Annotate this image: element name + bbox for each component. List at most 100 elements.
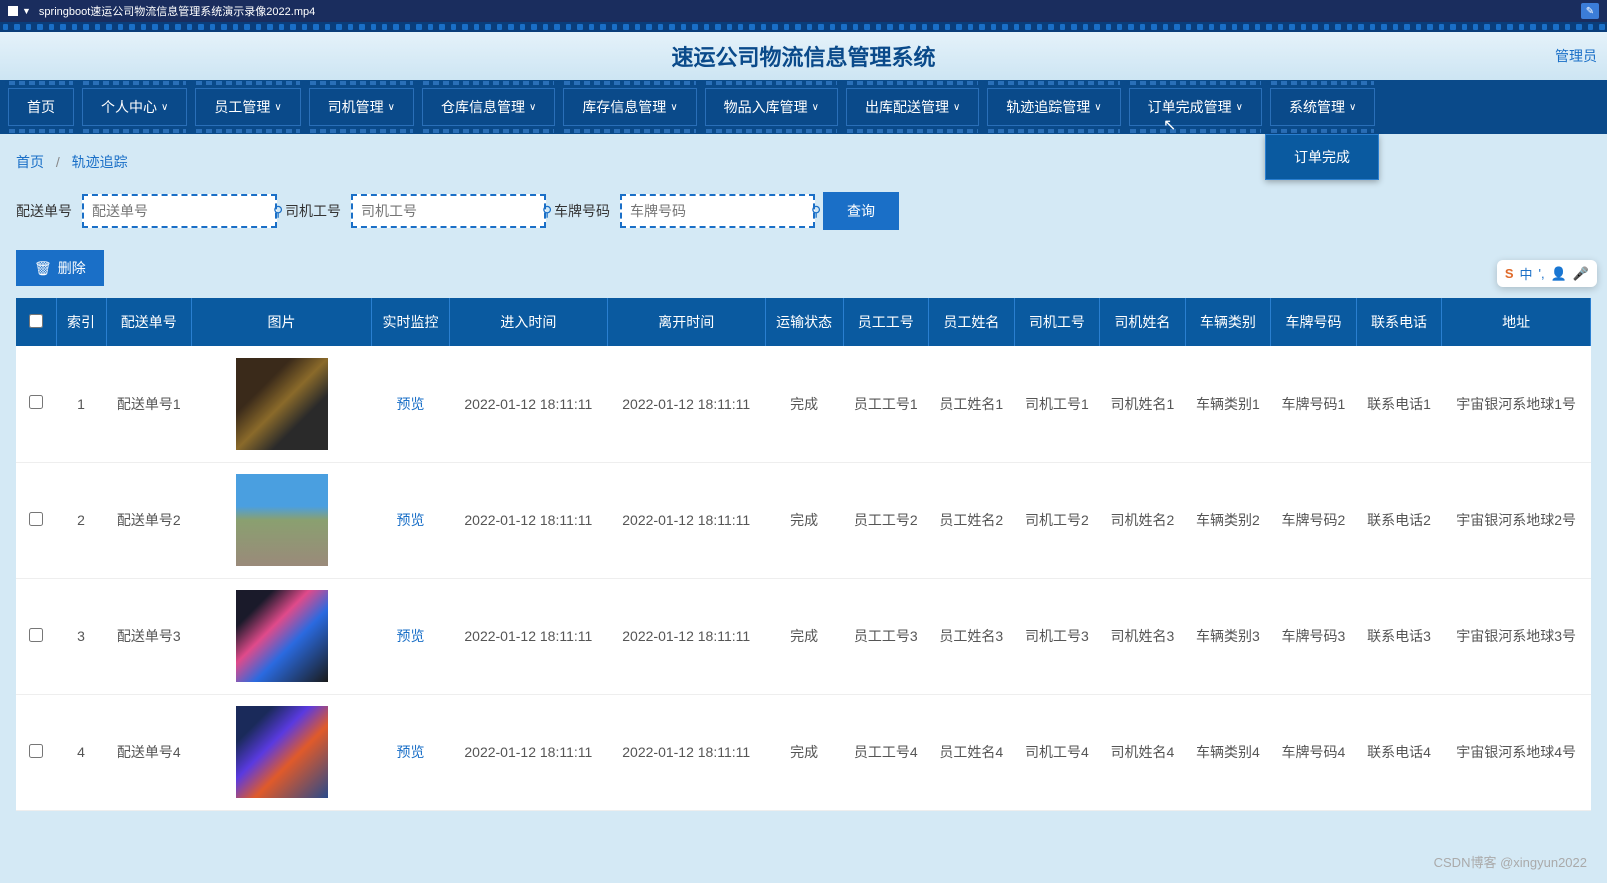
row-image[interactable] (236, 706, 328, 798)
col-header-4: 实时监控 (372, 298, 450, 346)
cell-plate: 车牌号码2 (1271, 462, 1357, 578)
cell-addr: 宇宙银河系地球2号 (1442, 462, 1591, 578)
delete-button[interactable]: 🗑 删除 (16, 250, 104, 286)
cell-addr: 宇宙银河系地球4号 (1442, 694, 1591, 810)
cell-status: 完成 (765, 694, 843, 810)
cell-enter: 2022-01-12 18:11:11 (449, 578, 607, 694)
search-icon[interactable]: ⚲ (811, 203, 821, 220)
row-checkbox[interactable] (29, 395, 43, 409)
cell-drvname: 司机姓名1 (1100, 346, 1186, 462)
table-row: 4 配送单号4 预览 2022-01-12 18:11:11 2022-01-1… (16, 694, 1591, 810)
search-box-1[interactable]: ⚲ (351, 194, 546, 228)
col-header-12: 车辆类别 (1185, 298, 1271, 346)
preview-link[interactable]: 预览 (396, 628, 424, 644)
nav-item-0[interactable]: 首页 (8, 88, 74, 126)
col-header-5: 进入时间 (449, 298, 607, 346)
cell-plate: 车牌号码3 (1271, 578, 1357, 694)
nav-label: 轨迹追踪管理 (1006, 97, 1090, 117)
nav-item-8[interactable]: 轨迹追踪管理∨ (987, 88, 1120, 126)
dropdown-arrow-icon[interactable]: ▼ (22, 6, 31, 16)
nav-label: 仓库信息管理 (441, 97, 525, 117)
search-label-1: 司机工号 (285, 201, 341, 221)
app-icon (8, 6, 18, 16)
search-input-2[interactable] (630, 203, 811, 219)
user-label[interactable]: 管理员 (1555, 46, 1597, 66)
cell-drvid: 司机工号1 (1014, 346, 1100, 462)
ime-punct: ', (1539, 266, 1545, 281)
row-image[interactable] (236, 590, 328, 682)
cell-enter: 2022-01-12 18:11:11 (449, 694, 607, 810)
col-header-0 (16, 298, 56, 346)
breadcrumb-home[interactable]: 首页 (16, 154, 44, 170)
row-checkbox[interactable] (29, 744, 43, 758)
search-label-2: 车牌号码 (554, 201, 610, 221)
nav-item-6[interactable]: 物品入库管理∨ (705, 88, 838, 126)
nav-item-5[interactable]: 库存信息管理∨ (563, 88, 696, 126)
preview-link[interactable]: 预览 (396, 744, 424, 760)
cell-vehtype: 车辆类别1 (1185, 346, 1271, 462)
search-icon[interactable]: ⚲ (542, 203, 552, 220)
cell-addr: 宇宙银河系地球1号 (1442, 346, 1591, 462)
mic-icon: 🎤 (1573, 266, 1589, 282)
search-box-0[interactable]: ⚲ (82, 194, 277, 228)
nav-item-1[interactable]: 个人中心 ∨ (82, 88, 187, 126)
search-box-2[interactable]: ⚲ (620, 194, 815, 228)
row-checkbox[interactable] (29, 628, 43, 642)
cell-leave: 2022-01-12 18:11:11 (607, 462, 765, 578)
nav-item-9[interactable]: 订单完成管理∨ (1129, 88, 1262, 126)
cell-empname: 员工姓名1 (929, 346, 1015, 462)
cell-status: 完成 (765, 462, 843, 578)
watermark: CSDN博客 @xingyun2022 (1434, 852, 1587, 871)
data-table: 索引配送单号图片实时监控进入时间离开时间运输状态员工工号员工姓名司机工号司机姓名… (16, 298, 1591, 811)
cell-order: 配送单号3 (106, 578, 192, 694)
cell-drvid: 司机工号4 (1014, 694, 1100, 810)
nav-dropdown-item[interactable]: 订单完成 (1265, 134, 1379, 180)
nav-label: 出库配送管理 (865, 97, 949, 117)
chevron-down-icon: ∨ (529, 102, 536, 113)
cell-index: 3 (56, 578, 106, 694)
col-header-14: 联系电话 (1356, 298, 1442, 346)
query-button[interactable]: 查询 (823, 192, 899, 230)
nav-item-3[interactable]: 司机管理∨ (309, 88, 414, 126)
col-header-9: 员工姓名 (929, 298, 1015, 346)
nav-item-10[interactable]: 系统管理∨ (1270, 88, 1375, 126)
cell-empname: 员工姓名2 (929, 462, 1015, 578)
nav-label: 系统管理 (1289, 97, 1345, 117)
search-input-1[interactable] (361, 203, 542, 219)
cell-plate: 车牌号码4 (1271, 694, 1357, 810)
window-title: springboot速运公司物流信息管理系统演示录像2022.mp4 (39, 3, 315, 19)
nav-label: 个人中心 (101, 97, 157, 117)
nav-item-7[interactable]: 出库配送管理 ∨ (846, 88, 979, 126)
cell-empid: 员工工号3 (843, 578, 929, 694)
col-header-3: 图片 (192, 298, 372, 346)
page-header: 速运公司物流信息管理系统 管理员 (0, 32, 1607, 80)
chevron-down-icon: ∨ (161, 102, 168, 113)
table-row: 1 配送单号1 预览 2022-01-12 18:11:11 2022-01-1… (16, 346, 1591, 462)
preview-link[interactable]: 预览 (396, 512, 424, 528)
cell-leave: 2022-01-12 18:11:11 (607, 694, 765, 810)
preview-link[interactable]: 预览 (396, 396, 424, 412)
nav-label: 订单完成管理 (1148, 97, 1232, 117)
nav-item-4[interactable]: 仓库信息管理 ∨ (422, 88, 555, 126)
col-header-1: 索引 (56, 298, 106, 346)
search-input-0[interactable] (92, 203, 273, 219)
system-title: 速运公司物流信息管理系统 (671, 40, 935, 72)
row-image[interactable] (236, 358, 328, 450)
col-header-11: 司机姓名 (1100, 298, 1186, 346)
edit-icon[interactable]: ✎ (1581, 3, 1599, 19)
select-all-checkbox[interactable] (29, 314, 43, 328)
nav-item-2[interactable]: 员工管理∨ (195, 88, 300, 126)
cell-enter: 2022-01-12 18:11:11 (449, 346, 607, 462)
cell-index: 1 (56, 346, 106, 462)
cell-vehtype: 车辆类别3 (1185, 578, 1271, 694)
ime-floater[interactable]: S 中 ', 👤 🎤 (1497, 260, 1597, 287)
cell-empid: 员工工号4 (843, 694, 929, 810)
chevron-down-icon: ∨ (274, 102, 281, 113)
col-header-10: 司机工号 (1014, 298, 1100, 346)
search-icon[interactable]: ⚲ (273, 203, 283, 220)
cell-order: 配送单号2 (106, 462, 192, 578)
col-header-2: 配送单号 (106, 298, 192, 346)
chevron-down-icon: ∨ (953, 102, 960, 113)
row-checkbox[interactable] (29, 512, 43, 526)
row-image[interactable] (236, 474, 328, 566)
